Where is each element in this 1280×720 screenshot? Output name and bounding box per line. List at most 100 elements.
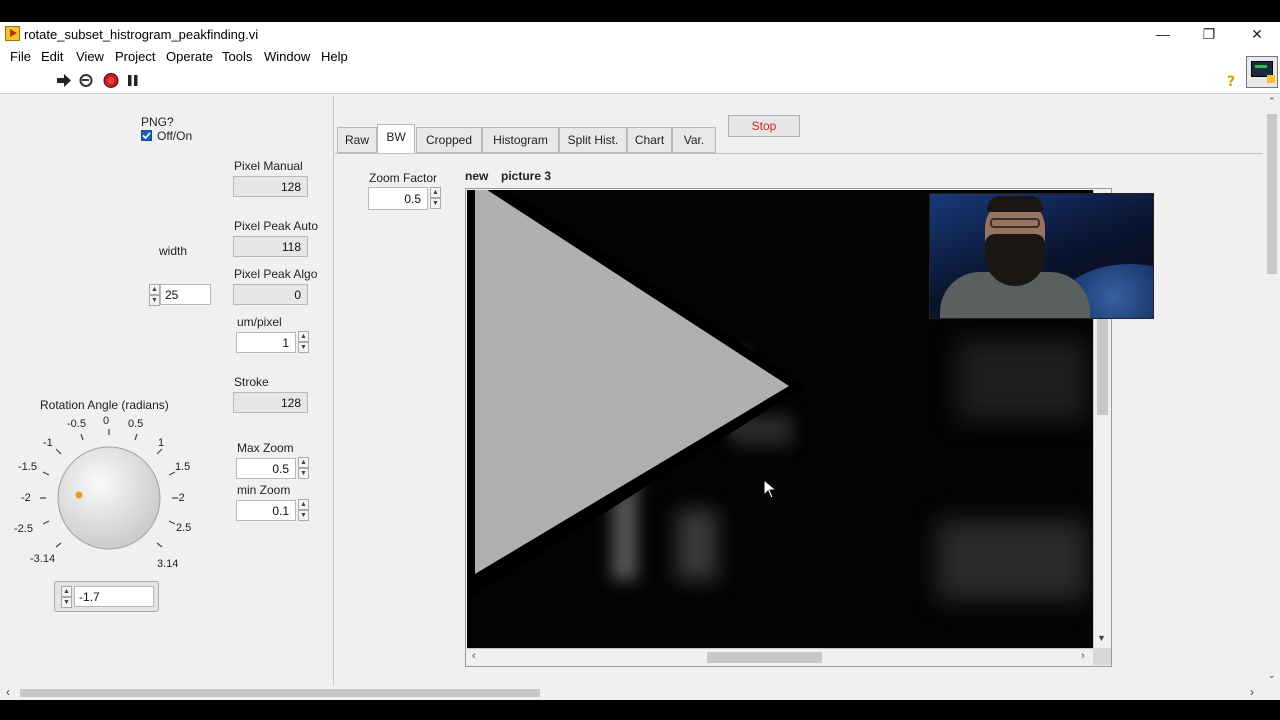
min-zoom-stepper[interactable]: ▲ ▼ (298, 499, 309, 522)
window-scroll-right-icon[interactable]: › (1250, 685, 1254, 699)
scroll-corner (1093, 648, 1111, 665)
max-zoom-stepper[interactable]: ▲ ▼ (298, 457, 309, 480)
menu-project[interactable]: Project (115, 49, 155, 64)
webcam-glasses (990, 218, 1040, 228)
rotation-up-icon[interactable]: ▲ (61, 586, 72, 597)
min-zoom-label: min Zoom (237, 483, 291, 497)
um-pixel-down-icon[interactable]: ▼ (298, 342, 309, 353)
min-zoom-down-icon[interactable]: ▼ (298, 510, 309, 521)
zoom-down-icon[interactable]: ▼ (430, 198, 441, 209)
max-zoom-label: Max Zoom (237, 441, 294, 455)
zoom-factor-label: Zoom Factor (369, 171, 438, 185)
webcam-person-hair (987, 196, 1043, 212)
pixel-peak-algo-value: 0 (233, 284, 308, 305)
picture-label: picture 3 (501, 169, 552, 183)
zoom-factor-stepper[interactable]: ▲ ▼ (430, 187, 441, 210)
tab-chart[interactable]: Chart (627, 127, 672, 153)
stop-button[interactable]: Stop (728, 115, 800, 137)
max-zoom-down-icon[interactable]: ▼ (298, 468, 309, 479)
um-pixel-up-icon[interactable]: ▲ (298, 331, 309, 342)
zoom-factor-input[interactable]: 0.5 (368, 187, 428, 210)
pixel-peak-auto-label: Pixel Peak Auto (234, 219, 319, 233)
stroke-label: Stroke (234, 375, 269, 389)
pixel-peak-auto-value: 118 (233, 236, 308, 257)
png-label: PNG? (141, 115, 174, 129)
menu-window[interactable]: Window (264, 49, 310, 64)
pixel-manual-label: Pixel Manual (234, 159, 303, 173)
menu-view[interactable]: View (76, 49, 104, 64)
scroll-down-icon[interactable]: ▼ (1097, 633, 1106, 643)
png-checkbox-label: Off/On (157, 129, 193, 143)
max-zoom-input[interactable]: 0.5 (236, 458, 296, 479)
tab-var[interactable]: Var. (672, 127, 716, 153)
abort-icon[interactable] (103, 73, 119, 88)
window-scroll-down-icon[interactable]: ⌄ (1268, 670, 1276, 681)
minimize-icon[interactable]: — (1148, 24, 1178, 44)
rotation-angle-label: Rotation Angle (radians) (40, 398, 169, 412)
app-root: rotate_subset_histrogram_peakfinding.vi … (0, 0, 1280, 720)
window-title: rotate_subset_histrogram_peakfinding.vi (24, 27, 259, 42)
window-scroll-left-icon[interactable]: ‹ (6, 685, 10, 699)
window-hscroll[interactable]: ‹ › (0, 685, 1264, 700)
knob-indicator-dot (75, 491, 83, 499)
svg-text:?: ? (1227, 74, 1235, 88)
pixel-manual-value: 128 (233, 176, 308, 197)
vi-connector-icon[interactable] (1246, 56, 1278, 88)
pause-icon[interactable] (125, 73, 141, 88)
title-bar: rotate_subset_histrogram_peakfinding.vi … (0, 22, 1280, 46)
png-checkbox[interactable] (141, 130, 152, 141)
knob-tick-label: -2 (21, 492, 31, 504)
close-icon[interactable]: ✕ (1242, 24, 1272, 44)
scroll-right-icon[interactable]: › (1081, 650, 1085, 662)
window-hscroll-thumb[interactable] (20, 689, 540, 697)
webcam-overlay (929, 193, 1154, 319)
menu-operate[interactable]: Operate (166, 49, 213, 64)
rotation-down-icon[interactable]: ▼ (61, 597, 72, 608)
menu-tools[interactable]: Tools (222, 49, 252, 64)
menu-edit[interactable]: Edit (41, 49, 63, 64)
picture-hscroll[interactable]: ‹ › (467, 648, 1093, 665)
rotation-angle-stepper[interactable]: ▲ ▼ (61, 586, 72, 608)
width-down-icon[interactable]: ▼ (149, 295, 160, 306)
stroke-value: 128 (233, 392, 308, 413)
context-help-icon[interactable]: ? (1224, 73, 1240, 88)
tab-bw[interactable]: BW (377, 124, 415, 154)
tab-control-panel: Raw BW Cropped Histogram Split Hist. Cha… (335, 96, 1263, 690)
width-stepper[interactable]: ▲ ▼ (149, 284, 160, 306)
um-pixel-stepper[interactable]: ▲ ▼ (298, 331, 309, 354)
run-arrow-icon[interactable] (56, 73, 72, 88)
rotation-knob[interactable] (34, 424, 184, 564)
width-input[interactable]: 25 (160, 284, 211, 305)
restore-icon[interactable]: ❐ (1194, 24, 1224, 44)
menu-bar: File Edit View Project Operate Tools Win… (0, 46, 1280, 66)
front-panel-controls: PNG? Off/On width ▲ ▼ 25 Rotation Angle … (4, 96, 334, 690)
tab-histogram[interactable]: Histogram (482, 127, 559, 153)
window-vscroll-thumb[interactable] (1267, 114, 1277, 274)
run-continuously-icon[interactable] (78, 73, 94, 88)
picture-hscroll-thumb[interactable] (707, 652, 822, 663)
knob-tick-label: -2.5 (14, 523, 33, 535)
labview-window: rotate_subset_histrogram_peakfinding.vi … (0, 22, 1280, 700)
max-zoom-up-icon[interactable]: ▲ (298, 457, 309, 468)
menu-file[interactable]: File (10, 49, 31, 64)
toolbar: ? (0, 56, 1280, 94)
checkmark-icon (142, 132, 151, 140)
tab-cropped[interactable]: Cropped (416, 127, 482, 153)
min-zoom-input[interactable]: 0.1 (236, 500, 296, 521)
mouse-cursor-icon (763, 479, 777, 499)
tab-raw[interactable]: Raw (337, 127, 377, 153)
um-pixel-input[interactable]: 1 (236, 332, 296, 353)
rotation-angle-input[interactable]: -1.7 (74, 586, 154, 607)
window-vscroll[interactable]: ⌃ ⌄ (1264, 94, 1280, 686)
tab-split-hist[interactable]: Split Hist. (559, 127, 627, 153)
scroll-left-icon[interactable]: ‹ (472, 650, 476, 662)
width-label: width (159, 244, 188, 258)
zoom-up-icon[interactable]: ▲ (430, 187, 441, 198)
picture-label-prefix: new (465, 169, 489, 183)
labview-app-icon (5, 26, 20, 41)
um-pixel-label: um/pixel (237, 315, 282, 329)
min-zoom-up-icon[interactable]: ▲ (298, 499, 309, 510)
window-scroll-up-icon[interactable]: ⌃ (1268, 96, 1276, 107)
menu-help[interactable]: Help (321, 49, 348, 64)
width-up-icon[interactable]: ▲ (149, 284, 160, 295)
